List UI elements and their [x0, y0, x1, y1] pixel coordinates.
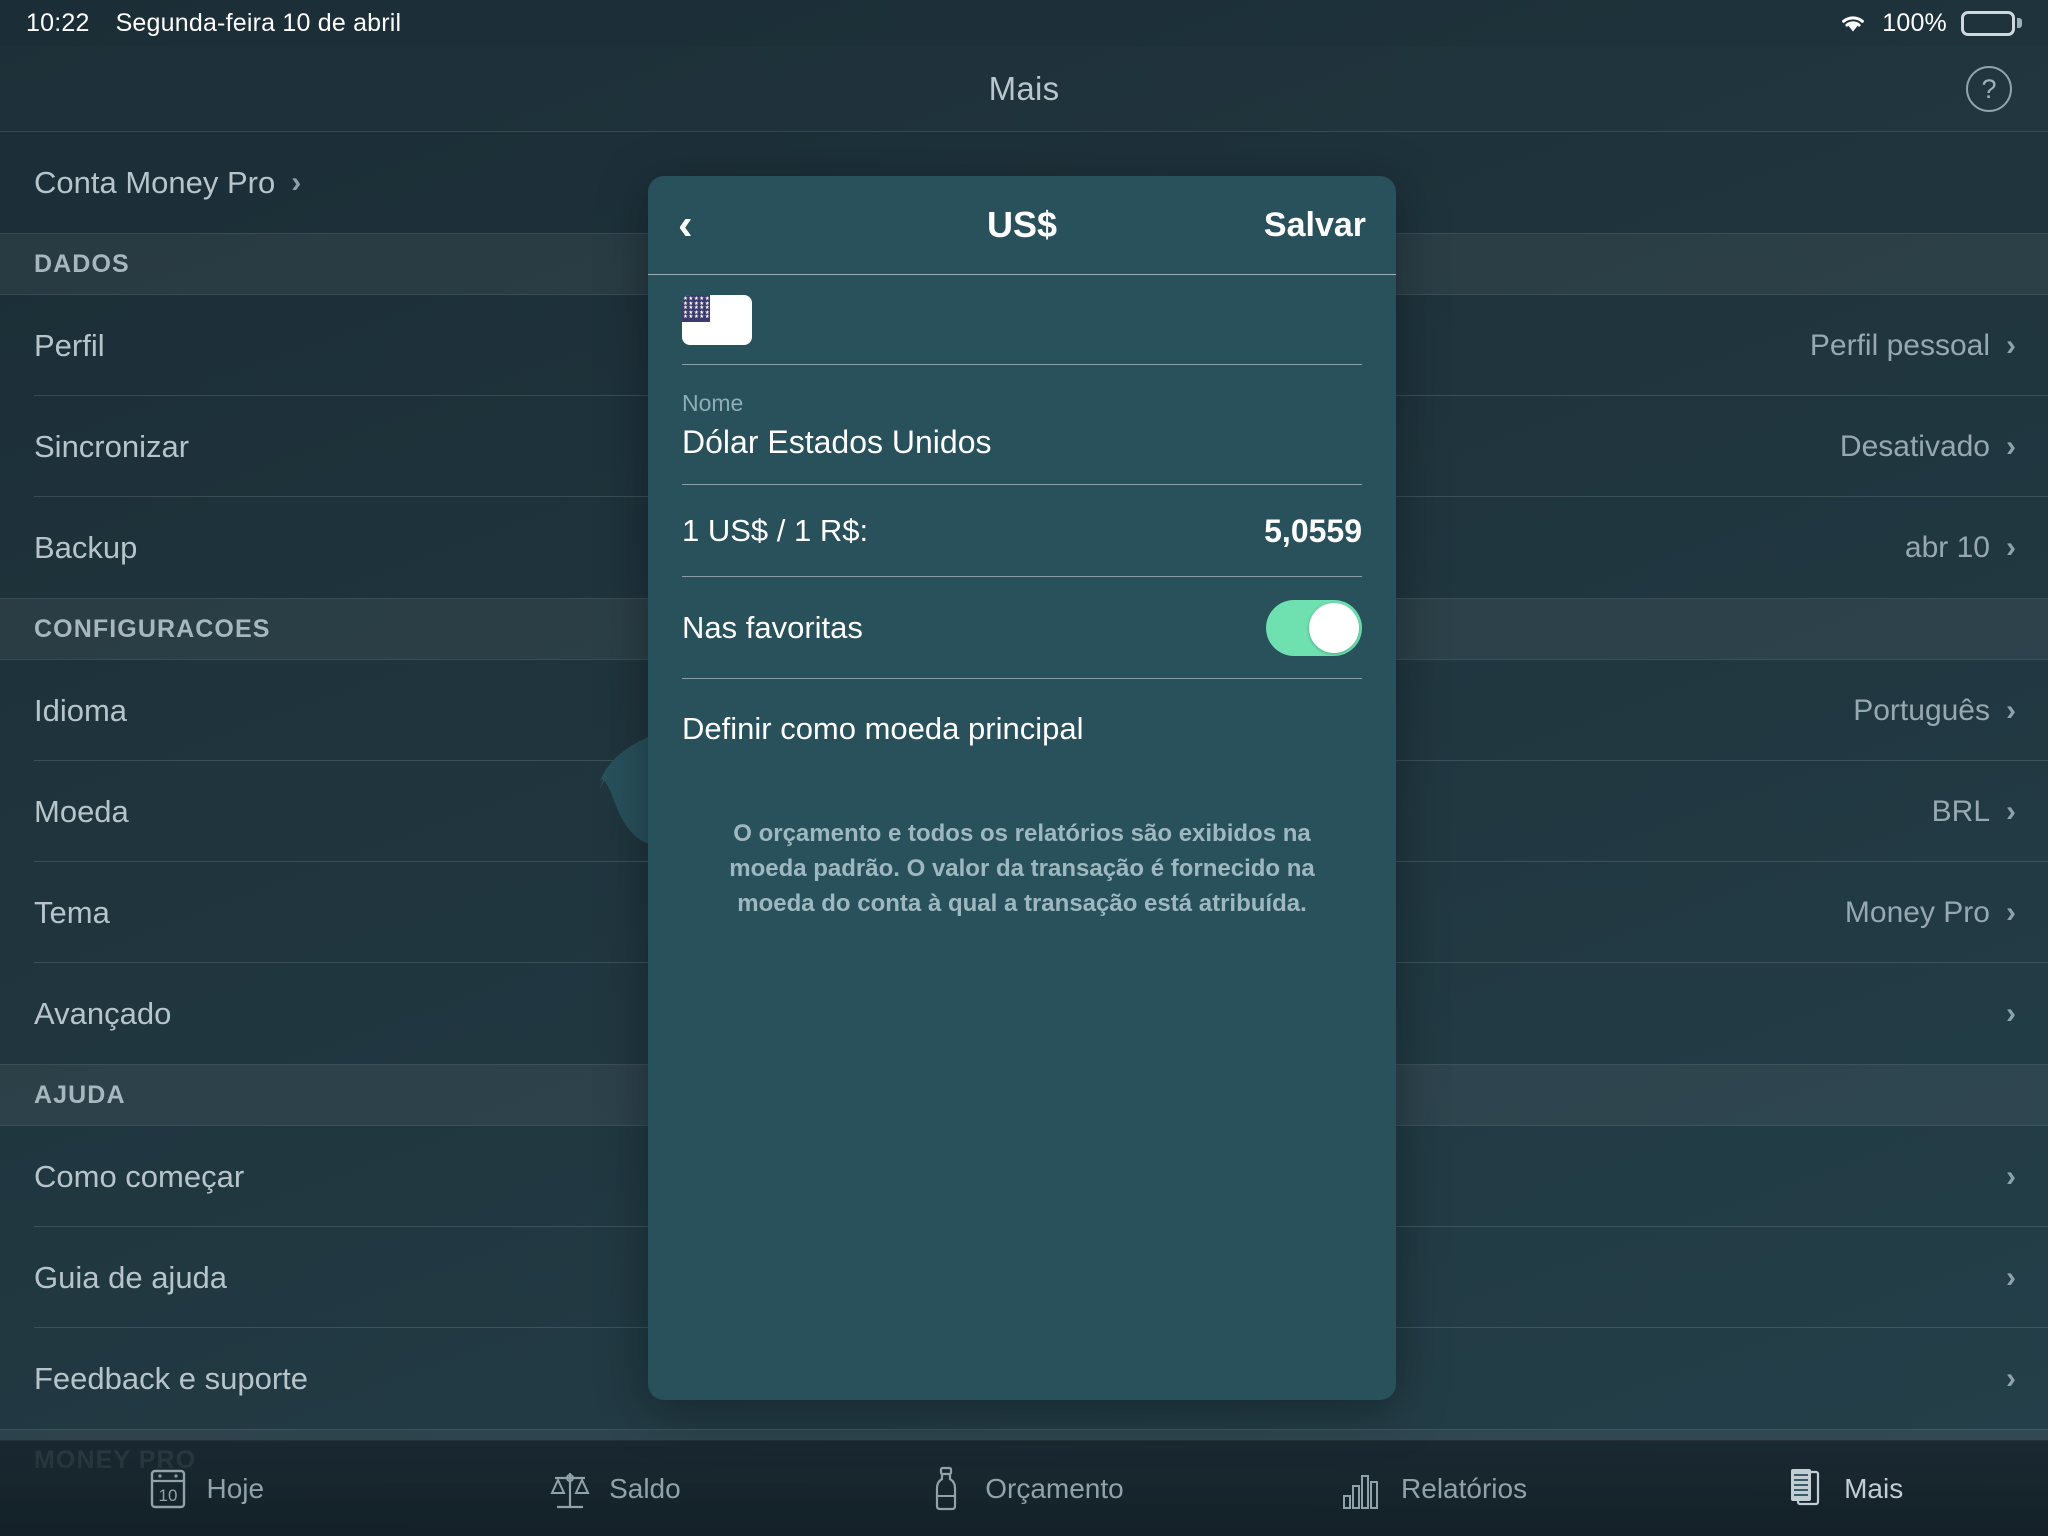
currency-flag-row[interactable]: ★★★★★★★★★★★★★★★★★★★★★★★★★★★★ [648, 275, 1396, 365]
row-value: abr 10 [1904, 530, 1990, 564]
chevron-right-icon: › [2006, 794, 2016, 828]
tab-label: Orçamento [985, 1472, 1124, 1504]
section-title: DADOS [34, 249, 130, 278]
exchange-rate-row[interactable]: 1 US$ / 1 R$: 5,0559 [648, 485, 1396, 577]
status-time: 10:22 [26, 8, 90, 37]
battery-percent-label: 100% [1882, 8, 1947, 37]
row-label: Guia de ajuda [34, 1259, 228, 1295]
wifi-icon [1838, 12, 1868, 34]
status-bar: 10:22 Segunda-feira 10 de abril 100% [0, 0, 2048, 46]
chevron-right-icon: › [2006, 429, 2016, 463]
tab-bar: 10 Hoje Saldo Orçamento Relatórios Mais [0, 1440, 2048, 1536]
chevron-right-icon: › [291, 165, 302, 199]
battery-full-icon [1961, 10, 2022, 36]
row-label: Backup [34, 529, 138, 565]
tab-label: Hoje [206, 1472, 265, 1504]
row-value: Desativado [1839, 429, 1990, 463]
chevron-right-icon: › [2006, 693, 2016, 727]
tab-hoje[interactable]: 10 Hoje [0, 1466, 410, 1512]
question-mark-circle-icon[interactable]: ? [1966, 66, 2012, 112]
tab-saldo[interactable]: Saldo [410, 1466, 820, 1512]
currency-name-value[interactable]: Dólar Estados Unidos [682, 424, 1362, 461]
tab-mais[interactable]: Mais [1638, 1466, 2048, 1512]
favorite-toggle[interactable] [1266, 600, 1362, 656]
documents-icon [1783, 1466, 1827, 1512]
chevron-left-icon[interactable]: ‹ [678, 203, 724, 247]
chevron-right-icon: › [2006, 895, 2016, 929]
row-label: Idioma [34, 692, 128, 728]
status-right-cluster: 100% [1838, 9, 2022, 38]
row-label: Conta Money Pro [34, 164, 276, 200]
row-label: Tema [34, 894, 110, 930]
svg-text:10: 10 [158, 1486, 177, 1505]
nav-bar: Mais ? [0, 46, 2048, 132]
section-title: AJUDA [34, 1080, 126, 1109]
bottle-icon [924, 1466, 968, 1512]
favorite-label: Nas favoritas [682, 610, 863, 645]
popover-header: ‹ US$ Salvar [648, 176, 1396, 274]
row-label: Como começar [34, 1158, 245, 1194]
status-date: Segunda-feira 10 de abril [115, 8, 402, 37]
popover-pointer [597, 735, 653, 845]
row-value: Money Pro [1844, 895, 1990, 929]
chevron-right-icon: › [2006, 1260, 2016, 1294]
tab-label: Saldo [609, 1472, 681, 1504]
us-flag-icon: ★★★★★★★★★★★★★★★★★★★★★★★★★★★★ [682, 295, 752, 345]
row-label: Sincronizar [34, 428, 190, 464]
calendar-icon: 10 [146, 1466, 190, 1512]
row-value: BRL [1931, 794, 1990, 828]
exchange-rate-value[interactable]: 5,0559 [1264, 513, 1362, 550]
section-title: CONFIGURACOES [34, 614, 271, 643]
row-label: Moeda [34, 793, 129, 829]
row-value: Português [1853, 693, 1990, 727]
row-label: Perfil [34, 327, 105, 363]
chevron-right-icon: › [2006, 996, 2016, 1030]
tab-label: Mais [1844, 1472, 1904, 1504]
page-title: Mais [988, 70, 1060, 107]
save-button[interactable]: Salvar [1264, 206, 1366, 245]
set-main-currency-button[interactable]: Definir como moeda principal [648, 679, 1396, 779]
row-label: Avançado [34, 995, 172, 1031]
row-label: Feedback e suporte [34, 1360, 309, 1396]
row-value: Perfil pessoal [1809, 328, 1990, 362]
popover-note: O orçamento e todos os relatórios são ex… [729, 820, 1315, 917]
tab-orcamento[interactable]: Orçamento [819, 1466, 1229, 1512]
exchange-rate-label: 1 US$ / 1 R$: [682, 513, 869, 548]
chevron-right-icon: › [2006, 530, 2016, 564]
scales-icon [548, 1466, 592, 1512]
currency-name-field[interactable]: Nome Dólar Estados Unidos [648, 365, 1396, 485]
set-main-currency-label: Definir como moeda principal [682, 711, 1084, 746]
bar-chart-icon [1340, 1466, 1384, 1512]
currency-editor-popover: ‹ US$ Salvar ★★★★★ ★★★★★ ★★★★★ ★★★★★ ★★★… [648, 176, 1396, 1400]
favorite-row[interactable]: Nas favoritas [648, 577, 1396, 679]
app-root: 10:22 Segunda-feira 10 de abril 100% Mai… [0, 0, 2048, 1536]
chevron-right-icon: › [2006, 1361, 2016, 1395]
chevron-right-icon: › [2006, 328, 2016, 362]
chevron-right-icon: › [2006, 1159, 2016, 1193]
tab-relatorios[interactable]: Relatórios [1229, 1466, 1639, 1512]
toggle-knob [1309, 603, 1359, 653]
currency-name-label: Nome [682, 389, 744, 416]
tab-label: Relatórios [1401, 1472, 1528, 1504]
